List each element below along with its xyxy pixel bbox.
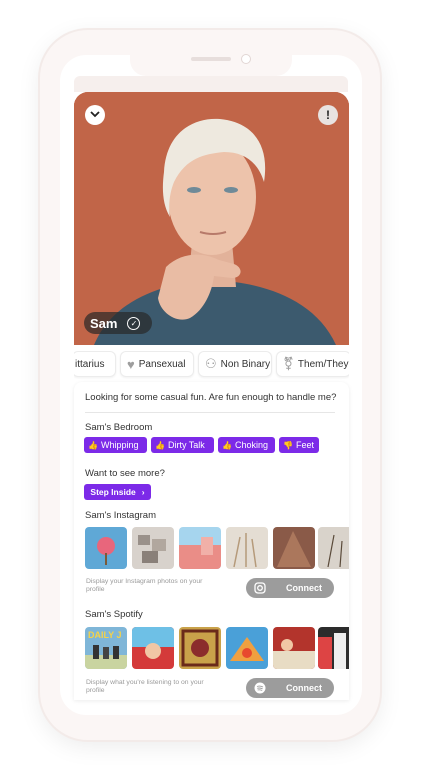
bedroom-title: Sam's Bedroom: [85, 422, 153, 433]
spotify-album[interactable]: [179, 627, 221, 669]
spotify-caption: Display what you're listening to on your…: [86, 679, 204, 694]
chip-label: Non Binary: [220, 358, 271, 370]
tag-label: Feet: [295, 440, 314, 450]
name-badge: Sam ✓: [84, 312, 152, 334]
report-button[interactable]: !: [318, 105, 338, 125]
phone-camera: [241, 54, 251, 64]
people-icon: ⚇: [205, 356, 217, 371]
step-inside-label: Step Inside: [90, 487, 136, 497]
instagram-caption: Display your Instagram photos on your pr…: [86, 578, 203, 593]
spotify-album[interactable]: [132, 627, 174, 669]
collapse-button[interactable]: [85, 105, 105, 125]
spotify-title: Sam's Spotify: [85, 609, 143, 620]
instagram-photo[interactable]: [179, 527, 221, 569]
verified-icon: ✓: [127, 316, 141, 330]
more-title: Want to see more?: [85, 468, 165, 479]
chip-pronouns[interactable]: ⚧ Them/They: [276, 351, 349, 377]
alert-icon: !: [326, 108, 330, 122]
gender-icon: ⚧: [283, 356, 294, 371]
spotify-album[interactable]: [273, 627, 315, 669]
chevron-right-icon: ›: [141, 487, 145, 497]
instagram-connect-button[interactable]: Connect: [246, 578, 334, 598]
profile-photo[interactable]: [74, 92, 349, 345]
chip-label: ittarius: [75, 358, 105, 370]
connect-label: Connect: [286, 583, 322, 593]
spotify-album[interactable]: DAILY J: [85, 627, 127, 669]
tag-label: Whipping: [100, 440, 139, 450]
profile-photo-illustration: [74, 92, 349, 345]
tag-feet[interactable]: 👎 Feet: [279, 437, 319, 453]
tag-choking[interactable]: 👍 Choking: [218, 437, 275, 453]
chip-sexuality[interactable]: ♥ Pansexual: [120, 351, 194, 377]
phone-notch: [130, 50, 292, 76]
tag-dirty-talk[interactable]: 👍 Dirty Talk: [151, 437, 214, 453]
tag-whipping[interactable]: 👍 Whipping: [84, 437, 147, 453]
profile-tagline: Looking for some casual fun. Are fun eno…: [85, 392, 337, 403]
top-bar: [74, 76, 348, 92]
thumbs-down-icon: 👎: [283, 440, 293, 450]
phone-speaker: [191, 57, 231, 61]
instagram-icon: [254, 582, 266, 594]
tag-label: Choking: [234, 440, 268, 450]
spotify-icon: [254, 682, 266, 694]
instagram-photo[interactable]: [226, 527, 268, 569]
spotify-album[interactable]: [226, 627, 268, 669]
step-inside-button[interactable]: Step Inside ›: [84, 484, 151, 500]
chip-label: Pansexual: [138, 358, 186, 370]
connect-label: Connect: [286, 683, 322, 693]
spotify-connect-button[interactable]: Connect: [246, 678, 334, 698]
chip-gender[interactable]: ⚇ Non Binary: [198, 351, 272, 377]
instagram-photo[interactable]: [318, 527, 349, 569]
instagram-photo[interactable]: [85, 527, 127, 569]
thumbs-up-icon: 👍: [155, 440, 165, 450]
instagram-title: Sam's Instagram: [85, 510, 156, 521]
chevron-down-icon: [90, 109, 100, 121]
spotify-album[interactable]: [318, 627, 349, 669]
instagram-photo[interactable]: [273, 527, 315, 569]
tag-label: Dirty Talk: [167, 440, 205, 450]
chip-zodiac[interactable]: ittarius: [74, 351, 116, 377]
attribute-chips: ittarius ♥ Pansexual ⚇ Non Binary ⚧ Them…: [74, 351, 349, 379]
profile-name: Sam: [90, 315, 118, 331]
heart-icon: ♥: [127, 356, 135, 372]
chip-label: Them/They: [297, 358, 349, 370]
divider: [85, 412, 335, 413]
thumbs-up-icon: 👍: [88, 440, 98, 450]
instagram-photo[interactable]: [132, 527, 174, 569]
thumbs-up-icon: 👍: [222, 440, 232, 450]
